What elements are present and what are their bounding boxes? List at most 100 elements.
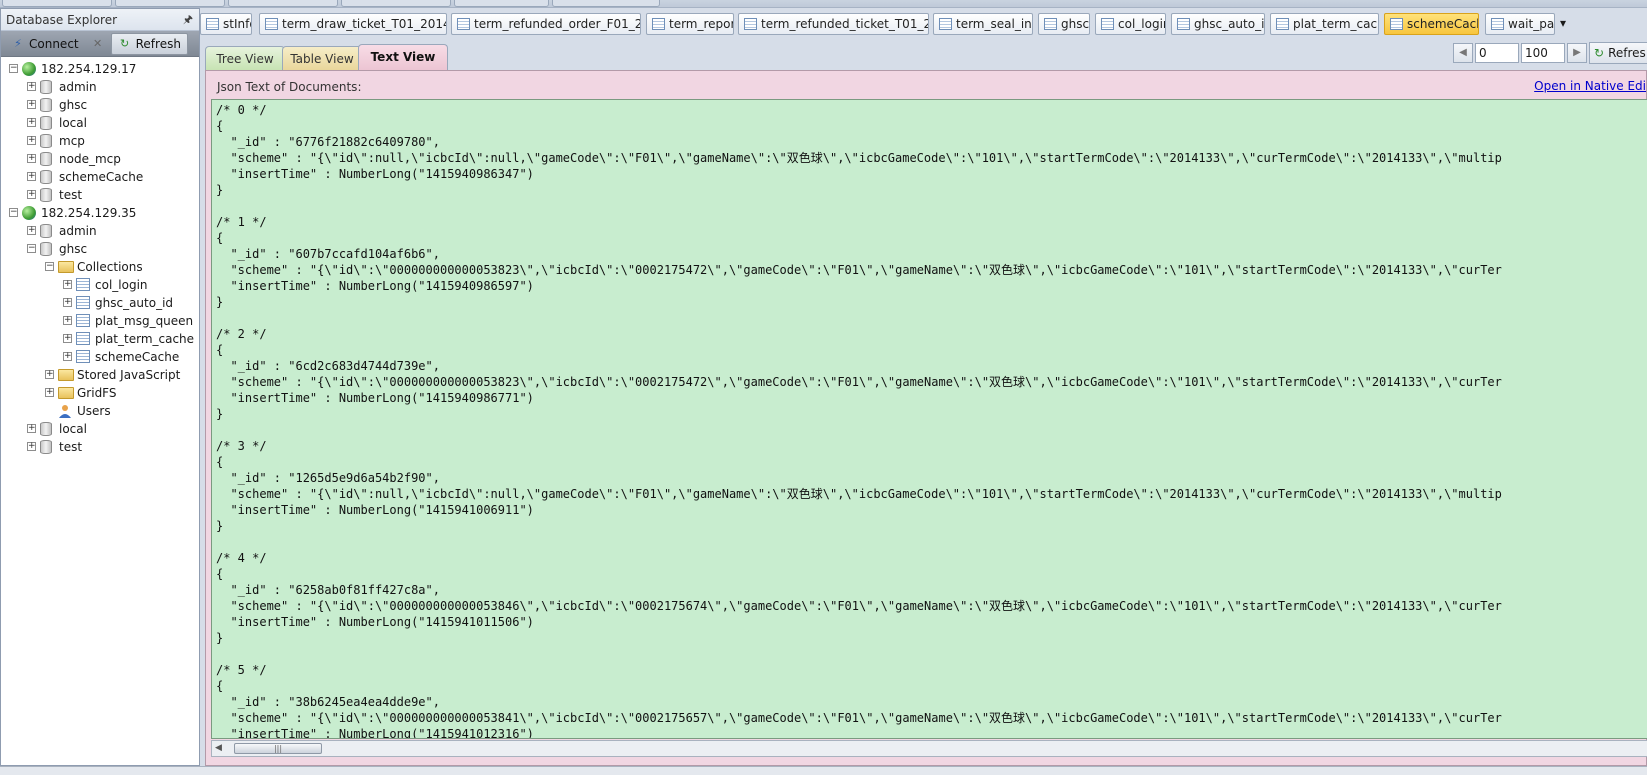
expand-icon[interactable]: + (45, 370, 54, 379)
db-icon (40, 152, 52, 166)
hidden-tab[interactable] (454, 0, 549, 7)
tree-node[interactable]: − ghsc (1, 240, 199, 258)
hidden-tab[interactable] (115, 0, 225, 7)
hidden-tab[interactable] (228, 0, 338, 7)
json-text-label: Json Text of Documents: (217, 80, 362, 94)
document-tab[interactable]: ghsc (1038, 13, 1090, 35)
hidden-tab[interactable] (341, 0, 451, 7)
expand-icon[interactable]: + (63, 334, 72, 343)
tree-node-label: local (59, 116, 87, 130)
expand-icon[interactable]: + (27, 154, 36, 163)
document-tab-label: term_draw_ticket_T01_2014003 (282, 17, 446, 31)
open-native-editor-link[interactable]: Open in Native Edi (1534, 79, 1646, 93)
next-page-button[interactable]: ▶ (1567, 43, 1587, 63)
json-punct: ", (425, 135, 440, 149)
json-value: {\"id\":\"000000000000053823\",\"icbcId\… (317, 263, 1502, 277)
collection-icon (939, 18, 952, 30)
collapse-icon[interactable]: − (9, 64, 18, 73)
folder-icon (58, 369, 74, 381)
tree-node[interactable]: + Stored JavaScript (1, 366, 199, 384)
expand-icon[interactable]: + (27, 100, 36, 109)
document-tab-label: stInfo (223, 17, 251, 31)
connect-button[interactable]: ⚡ Connect (5, 33, 85, 55)
tree-node[interactable]: + GridFS (1, 384, 199, 402)
tab-overflow-icon[interactable]: ▾ (1560, 16, 1566, 30)
connect-label: Connect (29, 36, 79, 51)
expand-icon[interactable]: + (63, 352, 72, 361)
tree-node[interactable]: + test (1, 186, 199, 204)
tree-node[interactable]: + ghsc_auto_id (1, 294, 199, 312)
document-tab-label: term_seal_info (956, 17, 1032, 31)
json-text-area[interactable]: /* 0 */{ "_id" : "6776f21882c6409780", "… (211, 99, 1647, 739)
json-punct: ", (425, 695, 440, 709)
tree-node[interactable]: − Collections (1, 258, 199, 276)
tree-node[interactable]: + mcp (1, 132, 199, 150)
expand-icon[interactable]: + (63, 280, 72, 289)
tree-node[interactable]: + schemeCache (1, 348, 199, 366)
expand-icon[interactable]: + (27, 424, 36, 433)
tree-node[interactable]: + col_login (1, 276, 199, 294)
expand-icon[interactable]: + (27, 190, 36, 199)
db-icon (40, 188, 52, 202)
skip-input[interactable]: 0 (1475, 43, 1519, 63)
document-tab[interactable]: term_refunded_order_F01_20... (451, 13, 641, 35)
refresh-button[interactable]: ↻ Refresh (110, 32, 188, 55)
expand-icon[interactable]: + (63, 316, 72, 325)
expand-icon[interactable]: + (27, 226, 36, 235)
collapse-icon[interactable]: − (45, 262, 54, 271)
tree-node[interactable]: + plat_msg_queen (1, 312, 199, 330)
hidden-tab[interactable] (2, 0, 112, 7)
scrollbar-thumb[interactable]: ||| (234, 743, 322, 754)
document-tabs: stInfo term_draw_ticket_T01_2014003 term_r… (200, 8, 1647, 38)
expand-icon[interactable]: + (27, 136, 36, 145)
hidden-tab[interactable] (552, 0, 660, 7)
disconnect-button[interactable]: ✕ (89, 33, 107, 55)
json-punct: ") (519, 503, 534, 517)
tab-text-view[interactable]: Text View (358, 44, 448, 70)
tree-node[interactable]: + local (1, 114, 199, 132)
document-tab[interactable]: term_seal_info (933, 13, 1033, 35)
folder-icon (58, 387, 74, 399)
tree-node[interactable]: + ghsc (1, 96, 199, 114)
pager-refresh-button[interactable]: ↻ Refres (1589, 42, 1647, 64)
database-tree: − 182.254.129.17 + admin + ghsc + local + mcp + nod… (1, 57, 199, 456)
horizontal-scrollbar[interactable]: ◀ ||| (211, 740, 1647, 757)
document-tab[interactable]: term_refunded_ticket_T01_20... (738, 13, 929, 35)
document-tab[interactable]: wait_pay (1485, 13, 1555, 35)
tree-node[interactable]: + plat_term_cache (1, 330, 199, 348)
pin-icon[interactable]: 🖈 (183, 9, 193, 31)
tree-node[interactable]: − 182.254.129.35 (1, 204, 199, 222)
expand-icon[interactable]: + (27, 442, 36, 451)
expand-icon[interactable]: + (63, 298, 72, 307)
tree-node[interactable]: + schemeCache (1, 168, 199, 186)
json-punct: ", (425, 471, 440, 485)
scroll-left-icon[interactable]: ◀ (215, 743, 222, 753)
document-tab[interactable]: stInfo (200, 13, 252, 35)
expand-icon[interactable]: + (27, 118, 36, 127)
collapse-icon[interactable]: − (9, 208, 18, 217)
tree-node[interactable]: + admin (1, 222, 199, 240)
prev-page-button[interactable]: ◀ (1453, 43, 1473, 63)
tree-node[interactable]: + node_mcp (1, 150, 199, 168)
refresh-label: Refresh (135, 36, 181, 51)
tree-node[interactable]: + admin (1, 78, 199, 96)
limit-input[interactable]: 100 (1521, 43, 1565, 63)
collapse-icon[interactable]: − (27, 244, 36, 253)
document-tab[interactable]: term_draw_ticket_T01_2014003 (259, 13, 447, 35)
document-tab[interactable]: plat_term_cache (1270, 13, 1379, 35)
expand-icon[interactable]: + (27, 82, 36, 91)
document-tab[interactable]: term_report (646, 13, 734, 35)
tree-node[interactable]: + test (1, 438, 199, 456)
tree-node[interactable]: − 182.254.129.17 (1, 60, 199, 78)
doc-header-line: /* 3 */ (216, 439, 267, 453)
document-tab[interactable]: schemeCache (1384, 13, 1479, 35)
tree-node[interactable]: + local (1, 420, 199, 438)
document-tab[interactable]: col_login (1095, 13, 1166, 35)
tab-tree-view[interactable]: Tree View (205, 46, 285, 70)
tree-node[interactable]: Users (1, 402, 199, 420)
tab-table-view[interactable]: Table View (282, 46, 362, 70)
document-tab[interactable]: ghsc_auto_id (1171, 13, 1265, 35)
doc-id-line: "_id" : "1265d5e9d6a54b2f90", (216, 470, 1647, 486)
expand-icon[interactable]: + (45, 388, 54, 397)
expand-icon[interactable]: + (27, 172, 36, 181)
